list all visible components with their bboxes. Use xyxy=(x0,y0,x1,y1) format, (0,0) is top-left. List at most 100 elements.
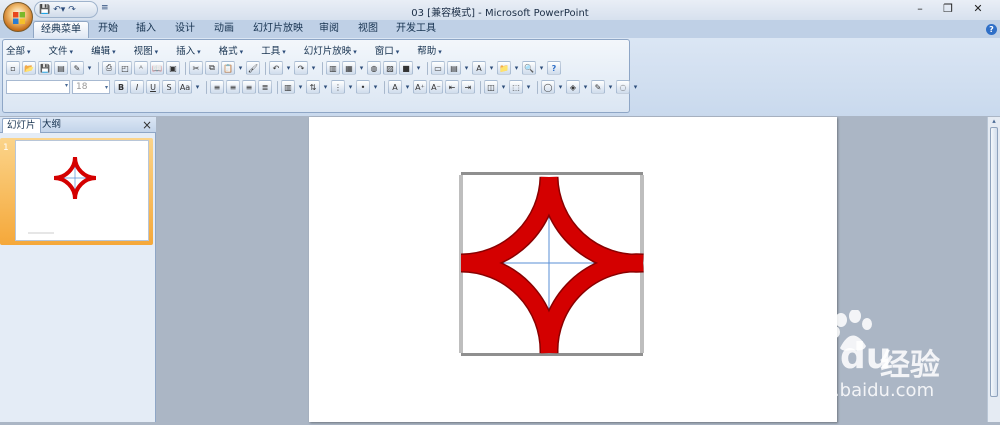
office-button[interactable] xyxy=(3,2,33,32)
tab-animation[interactable]: 动画 xyxy=(208,20,240,38)
dropdown-arrow-icon[interactable]: ▾ xyxy=(538,61,545,75)
tab-view[interactable]: 视图 xyxy=(352,20,384,38)
menu-file[interactable]: 文件 ▾ xyxy=(49,43,74,57)
menu-help[interactable]: 帮助 ▾ xyxy=(417,43,442,57)
change-case-icon[interactable]: Aa xyxy=(178,80,192,94)
cut-icon[interactable]: ✂ xyxy=(189,61,203,75)
increase-indent-icon[interactable]: ⇥ xyxy=(461,80,475,94)
save-icon[interactable]: 💾 xyxy=(39,5,50,15)
dropdown-arrow-icon[interactable]: ▾ xyxy=(525,80,532,94)
help-icon[interactable]: ? xyxy=(547,61,561,75)
menu-slideshow[interactable]: 幻灯片放映 ▾ xyxy=(304,43,357,57)
help-icon[interactable]: ? xyxy=(986,24,997,35)
color-grayscale-icon[interactable]: ■ xyxy=(399,61,413,75)
fill-color-icon[interactable]: ◈ xyxy=(566,80,580,94)
dropdown-arrow-icon[interactable]: ▾ xyxy=(194,80,201,94)
customize-qat-icon[interactable]: ≡ xyxy=(101,3,109,13)
menu-view[interactable]: 视图 ▾ xyxy=(134,43,159,57)
decrease-indent-icon[interactable]: ⇤ xyxy=(445,80,459,94)
open-icon[interactable]: 📂 xyxy=(22,61,36,75)
dropdown-arrow-icon[interactable]: ▾ xyxy=(347,80,354,94)
clipart-icon[interactable]: ◍ xyxy=(367,61,381,75)
zoom-icon[interactable]: 🔍 xyxy=(522,61,536,75)
table-icon[interactable]: ▦ xyxy=(342,61,356,75)
decrease-font-icon[interactable]: A⁻ xyxy=(429,80,443,94)
tab-classic-menu[interactable]: 经典菜单 xyxy=(33,21,89,38)
dropdown-arrow-icon[interactable]: ▾ xyxy=(297,80,304,94)
slide-thumbnail[interactable] xyxy=(15,140,149,241)
dropdown-arrow-icon[interactable]: ▾ xyxy=(607,80,614,94)
tab-insert[interactable]: 插入 xyxy=(130,20,162,38)
quick-styles-icon[interactable]: ⬚ xyxy=(509,80,523,94)
menu-edit[interactable]: 编辑 ▾ xyxy=(91,43,116,57)
tab-slides[interactable]: 幻灯片 xyxy=(2,118,41,133)
dropdown-arrow-icon[interactable]: ▾ xyxy=(322,80,329,94)
font-size-combo[interactable]: 18 ▾ xyxy=(72,80,110,94)
justify-icon[interactable]: ≣ xyxy=(258,80,272,94)
dropdown-arrow-icon[interactable]: ▾ xyxy=(632,80,639,94)
tab-developer[interactable]: 开发工具 xyxy=(392,20,440,38)
text-direction-icon[interactable]: ⇅ xyxy=(306,80,320,94)
redo-icon[interactable]: ↷ xyxy=(68,5,76,15)
tab-design[interactable]: 设计 xyxy=(169,20,201,38)
tab-slideshow[interactable]: 幻灯片放映 xyxy=(247,20,309,38)
textbox-icon[interactable]: A xyxy=(472,61,486,75)
dropdown-arrow-icon[interactable]: ▾ xyxy=(513,61,520,75)
chart-icon[interactable]: ▥ xyxy=(326,61,340,75)
close-pane-icon[interactable]: × xyxy=(142,118,152,132)
menu-window[interactable]: 窗口 ▾ xyxy=(375,43,400,57)
slide-canvas[interactable] xyxy=(309,117,837,422)
scrollbar-thumb[interactable] xyxy=(990,127,998,397)
increase-font-icon[interactable]: A⁺ xyxy=(413,80,427,94)
pdf-icon[interactable]: ▤ xyxy=(54,61,68,75)
research-icon[interactable]: 📖 xyxy=(150,61,164,75)
bullets-icon[interactable]: • xyxy=(356,80,370,94)
save-icon[interactable]: 💾 xyxy=(38,61,52,75)
format-painter-icon[interactable]: 🖌 xyxy=(246,61,260,75)
print-icon[interactable]: ⎙ xyxy=(102,61,116,75)
dropdown-arrow-icon[interactable]: ▾ xyxy=(557,80,564,94)
restore-icon[interactable]: ❐ xyxy=(940,2,956,15)
copy-icon[interactable]: ⧉ xyxy=(205,61,219,75)
spelling-icon[interactable]: ᴬ xyxy=(134,61,148,75)
menu-tools[interactable]: 工具 ▾ xyxy=(261,43,286,57)
effects-icon[interactable]: ◌ xyxy=(616,80,630,94)
align-right-icon[interactable]: ≡ xyxy=(242,80,256,94)
dropdown-arrow-icon[interactable]: ▾ xyxy=(463,61,470,75)
dropdown-arrow-icon[interactable]: ▾ xyxy=(237,61,244,75)
minimize-icon[interactable]: – xyxy=(912,2,928,15)
tab-home[interactable]: 开始 xyxy=(92,20,124,38)
print-preview-icon[interactable]: ◰ xyxy=(118,61,132,75)
close-icon[interactable]: ✕ xyxy=(970,2,986,15)
line-color-icon[interactable]: ✎ xyxy=(591,80,605,94)
dropdown-arrow-icon[interactable]: ▾ xyxy=(372,80,379,94)
align-center-icon[interactable]: ≡ xyxy=(226,80,240,94)
align-left-icon[interactable]: ≡ xyxy=(210,80,224,94)
dropdown-arrow-icon[interactable]: ▾ xyxy=(500,80,507,94)
shape-icon[interactable]: ◯ xyxy=(541,80,555,94)
new-icon[interactable]: ▫ xyxy=(6,61,20,75)
paste-icon[interactable]: 📋 xyxy=(221,61,235,75)
dropdown-arrow-icon[interactable]: ▾ xyxy=(285,61,292,75)
dropdown-arrow-icon[interactable]: ▾ xyxy=(488,61,495,75)
arrange-icon[interactable]: ◫ xyxy=(484,80,498,94)
layout-icon[interactable]: ▤ xyxy=(447,61,461,75)
menu-format[interactable]: 格式 ▾ xyxy=(219,43,244,57)
numbering-icon[interactable]: ⋮ xyxy=(331,80,345,94)
picture-icon[interactable]: ▨ xyxy=(383,61,397,75)
dropdown-arrow-icon[interactable]: ▾ xyxy=(86,61,93,75)
font-name-combo[interactable]: ▾ xyxy=(6,80,70,94)
red-star-shape[interactable] xyxy=(460,176,644,354)
undo-icon[interactable]: ↶▾ xyxy=(53,5,65,15)
dropdown-arrow-icon[interactable]: ▾ xyxy=(358,61,365,75)
dropdown-arrow-icon[interactable]: ▾ xyxy=(404,80,411,94)
open-folder-icon[interactable]: 📁 xyxy=(497,61,511,75)
permission-icon[interactable]: ✎ xyxy=(70,61,84,75)
dropdown-arrow-icon[interactable]: ▾ xyxy=(310,61,317,75)
font-color-icon[interactable]: A xyxy=(388,80,402,94)
italic-icon[interactable]: I xyxy=(130,80,144,94)
shadow-icon[interactable]: S xyxy=(162,80,176,94)
dropdown-arrow-icon[interactable]: ▾ xyxy=(415,61,422,75)
new-slide-icon[interactable]: ▭ xyxy=(431,61,445,75)
menu-insert[interactable]: 插入 ▾ xyxy=(176,43,201,57)
